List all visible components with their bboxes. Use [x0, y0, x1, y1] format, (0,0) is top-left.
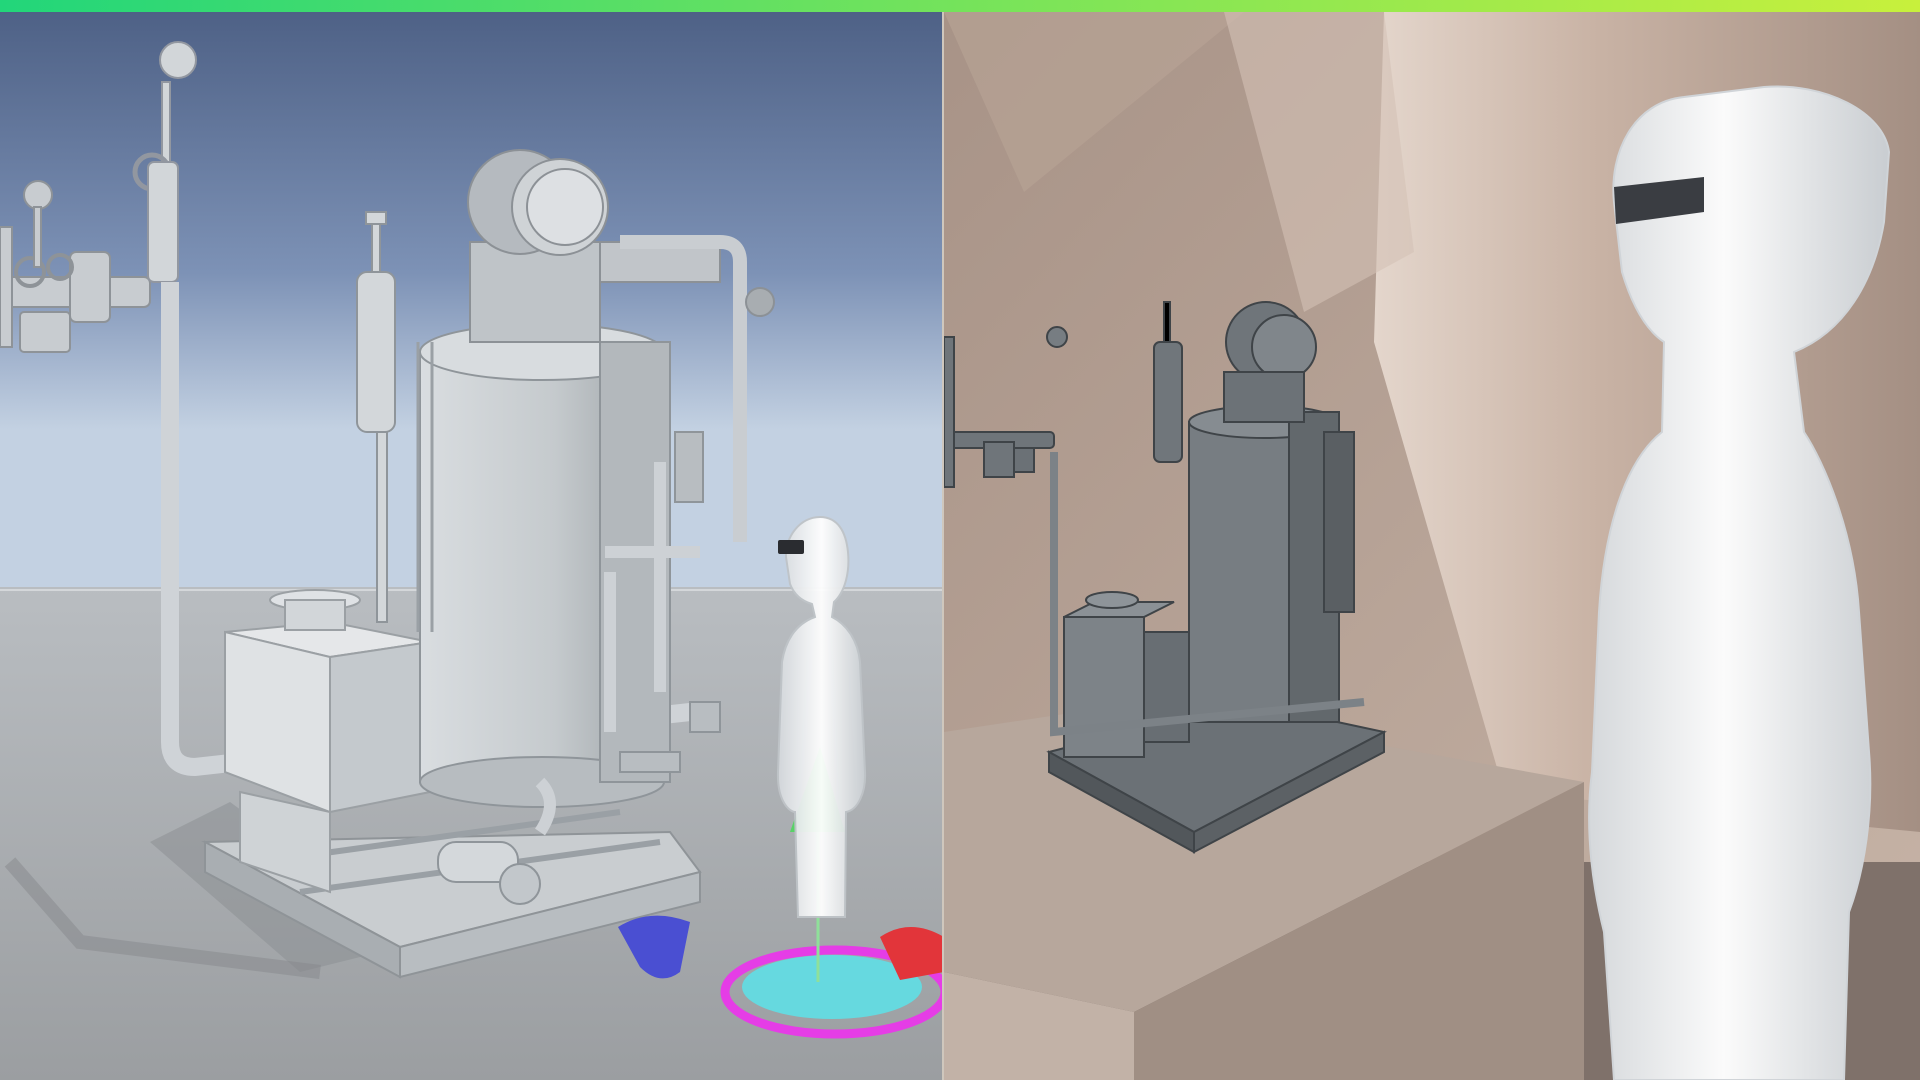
vr-headset-icon [778, 540, 804, 554]
editor-scene-canvas [0, 12, 944, 1080]
accent-gradient-bar [0, 0, 1920, 12]
mr-scene-canvas [944, 12, 1920, 1080]
editor-scene-view[interactable] [0, 12, 944, 1080]
boiler-main-tank [419, 323, 671, 808]
avatar-figure-foreground [1588, 85, 1891, 1080]
mixed-reality-view[interactable] [944, 12, 1920, 1080]
